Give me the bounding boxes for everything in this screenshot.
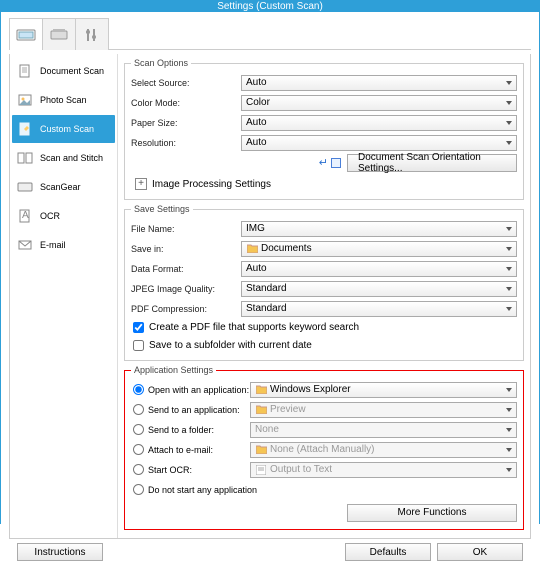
rotate-link[interactable]: ↵ <box>319 156 341 169</box>
dropdown-save-in[interactable]: Documents <box>241 241 517 257</box>
radio-label: Do not start any application <box>148 485 257 495</box>
rotate-icon <box>331 158 341 168</box>
sidebar-item-label: E-mail <box>40 240 66 250</box>
label-pdf-compression: PDF Compression: <box>131 304 241 314</box>
radio-send-application[interactable] <box>133 404 144 415</box>
button-orientation-settings[interactable]: Document Scan Orientation Settings... <box>347 154 517 172</box>
folder-icon <box>255 404 267 416</box>
radio-label: Send to a folder: <box>148 425 250 435</box>
dropdown-select-source[interactable]: Auto <box>241 75 517 91</box>
tab-scanner[interactable] <box>9 18 43 50</box>
radio-open-application[interactable] <box>133 384 144 395</box>
expander-image-processing[interactable]: + Image Processing Settings <box>135 175 517 193</box>
expander-label: Image Processing Settings <box>152 179 271 190</box>
label-select-source: Select Source: <box>131 78 241 88</box>
main-area: Document Scan Photo Scan Custom Scan Sca… <box>9 54 531 539</box>
dropdown-resolution[interactable]: Auto <box>241 135 517 151</box>
sidebar-item-custom-scan[interactable]: Custom Scan <box>12 115 115 143</box>
radio-label: Start OCR: <box>148 465 250 475</box>
button-more-functions[interactable]: More Functions <box>347 504 517 522</box>
settings-panel: Scan Options Select Source:Auto Color Mo… <box>118 54 530 538</box>
group-label: Save Settings <box>131 204 193 214</box>
group-label: Scan Options <box>131 58 191 68</box>
input-file-name[interactable]: IMG <box>241 221 517 237</box>
radio-label: Attach to e-mail: <box>148 445 250 455</box>
sidebar-item-scangear[interactable]: ScanGear <box>12 173 115 201</box>
dropdown-pdf-compression[interactable]: Standard <box>241 301 517 317</box>
sidebar-item-label: OCR <box>40 211 60 221</box>
save-settings-group: Save Settings File Name:IMG Save in:Docu… <box>124 204 524 361</box>
scangear-icon <box>16 180 34 194</box>
settings-window: Settings (Custom Scan) Document Scan Pho… <box>0 0 540 524</box>
dropdown-data-format[interactable]: Auto <box>241 261 517 277</box>
plus-icon: + <box>135 178 147 190</box>
group-label: Application Settings <box>131 365 216 375</box>
checkbox-label: Create a PDF file that supports keyword … <box>149 322 359 333</box>
bottom-bar: Instructions Defaults OK <box>9 539 531 565</box>
checkbox-label: Save to a subfolder with current date <box>149 340 312 351</box>
label-file-name: File Name: <box>131 224 241 234</box>
label-paper-size: Paper Size: <box>131 118 241 128</box>
radio-send-folder[interactable] <box>133 424 144 435</box>
folder-icon <box>246 243 258 255</box>
title-bar: Settings (Custom Scan) <box>1 1 539 12</box>
dropdown-attach-email[interactable]: None (Attach Manually) <box>250 442 517 458</box>
dropdown-start-ocr[interactable]: Output to Text <box>250 462 517 478</box>
sidebar-item-scan-stitch[interactable]: Scan and Stitch <box>12 144 115 172</box>
button-ok[interactable]: OK <box>437 543 523 561</box>
sidebar-item-label: Custom Scan <box>40 124 94 134</box>
document-icon <box>16 64 34 78</box>
sidebar-item-label: Photo Scan <box>40 95 87 105</box>
label-color-mode: Color Mode: <box>131 98 241 108</box>
email-icon <box>16 238 34 252</box>
checkbox-save-subfolder[interactable] <box>133 340 144 351</box>
radio-label: Send to an application: <box>148 405 250 415</box>
radio-attach-email[interactable] <box>133 444 144 455</box>
button-instructions[interactable]: Instructions <box>17 543 103 561</box>
photo-icon <box>16 93 34 107</box>
label-jpeg-quality: JPEG Image Quality: <box>131 284 241 294</box>
explorer-icon <box>255 384 267 396</box>
tab-tools[interactable] <box>75 18 109 50</box>
radio-label: Open with an application: <box>148 385 250 395</box>
application-settings-group: Application Settings Open with an applic… <box>124 365 524 530</box>
dropdown-color-mode[interactable]: Color <box>241 95 517 111</box>
svg-text:A: A <box>22 210 29 221</box>
checkbox-pdf-keyword[interactable] <box>133 322 144 333</box>
text-icon <box>255 464 267 476</box>
radio-start-ocr[interactable] <box>133 464 144 475</box>
scan-options-group: Scan Options Select Source:Auto Color Mo… <box>124 58 524 200</box>
radio-do-not-start[interactable] <box>133 484 144 495</box>
dropdown-send-folder[interactable]: None <box>250 422 517 438</box>
sidebar-item-label: ScanGear <box>40 182 81 192</box>
window-title: Settings (Custom Scan) <box>217 1 323 12</box>
tab-flatbed[interactable] <box>42 18 76 50</box>
stitch-icon <box>16 151 34 165</box>
dropdown-jpeg-quality[interactable]: Standard <box>241 281 517 297</box>
folder-icon <box>255 444 267 456</box>
ocr-icon: A <box>16 209 34 223</box>
sidebar-item-label: Scan and Stitch <box>40 153 103 163</box>
button-defaults[interactable]: Defaults <box>345 543 431 561</box>
dropdown-paper-size[interactable]: Auto <box>241 115 517 131</box>
dropdown-send-application[interactable]: Preview <box>250 402 517 418</box>
label-resolution: Resolution: <box>131 138 241 148</box>
sidebar-item-label: Document Scan <box>40 66 104 76</box>
sidebar: Document Scan Photo Scan Custom Scan Sca… <box>10 54 118 538</box>
sidebar-item-ocr[interactable]: A OCR <box>12 202 115 230</box>
sidebar-item-photo-scan[interactable]: Photo Scan <box>12 86 115 114</box>
dropdown-open-application[interactable]: Windows Explorer <box>250 382 517 398</box>
label-data-format: Data Format: <box>131 264 241 274</box>
label-save-in: Save in: <box>131 244 241 254</box>
content-area: Document Scan Photo Scan Custom Scan Sca… <box>1 12 539 567</box>
top-tab-strip <box>9 18 531 50</box>
sidebar-item-email[interactable]: E-mail <box>12 231 115 259</box>
custom-icon <box>16 122 34 136</box>
sidebar-item-document-scan[interactable]: Document Scan <box>12 57 115 85</box>
